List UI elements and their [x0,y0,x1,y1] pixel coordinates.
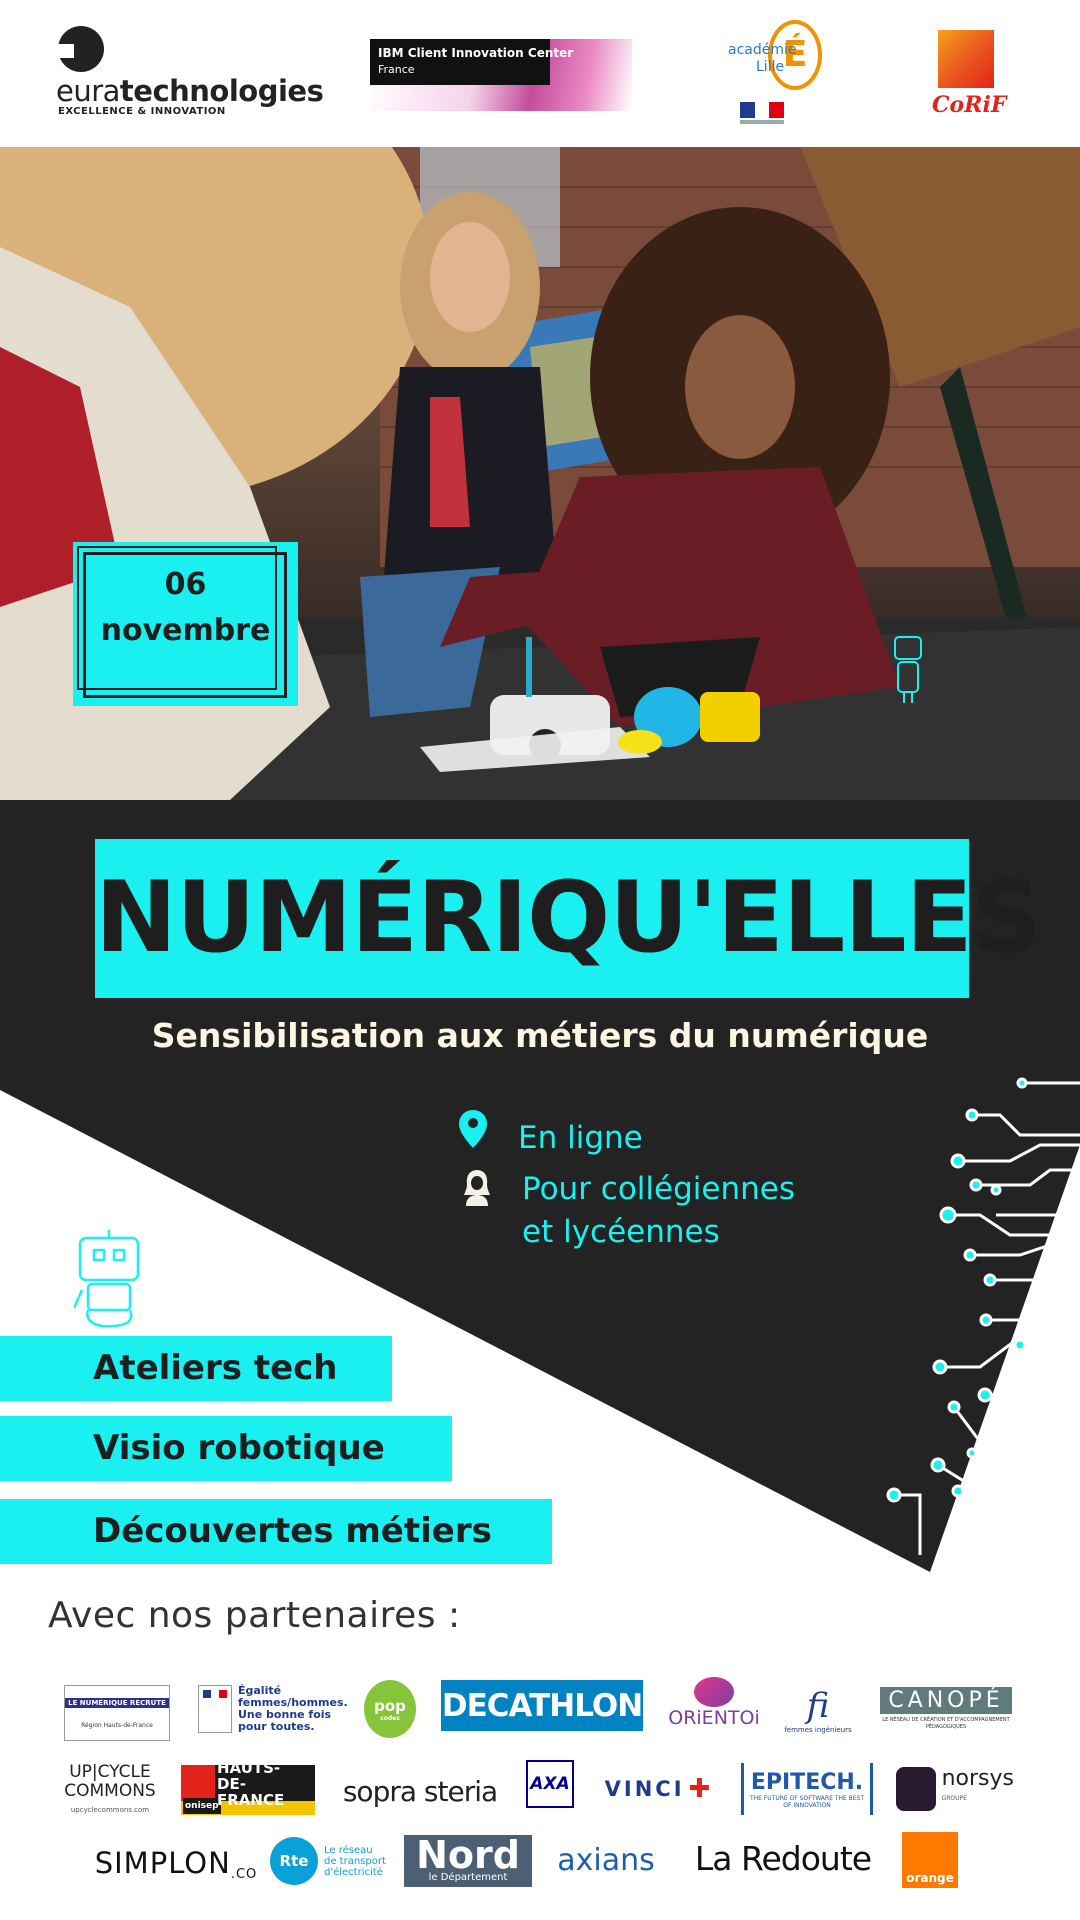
audience-line-2: et lycéennes [522,1214,720,1250]
partner-vinci: VINCI ✚ [604,1774,714,1804]
partner-decathlon: DECATHLON [441,1680,643,1731]
audience-text: Pour collégiennes et lycéennes [522,1168,795,1254]
partner-epitech: EPITECH. THE FUTURE OF SOFTWARE THE BEST… [741,1763,873,1815]
partner-rte: Rte Le réseau de transport d'électricité [270,1835,392,1887]
audience-line-1: Pour collégiennes [522,1171,795,1207]
eura-tagline: EXCELLENCE & INNOVATION [58,106,226,117]
event-title: NUMÉRIQU'ELLES [95,861,1042,975]
circuit-decoration [886,1077,1080,1565]
title-banner: NUMÉRIQU'ELLES [95,839,1042,998]
event-subtitle: Sensibilisation aux métiers du numérique [151,1016,929,1055]
date-day: 06 [164,567,207,602]
girl-icon [464,1170,490,1206]
location-text: En ligne [518,1120,643,1156]
partner-axians: axians [557,1842,655,1878]
corif-logo: CoRiF [932,30,1006,120]
euratechnologies-logo: euratechnologies EXCELLENCE & INNOVATION [56,26,324,117]
partner-nord: Nord le Département [404,1835,532,1887]
date-badge: 06 novembre [73,542,298,706]
partner-la-redoute: La Redoute [694,1838,872,1878]
eura-wordmark: euratechnologies [56,74,324,108]
corif-name: CoRiF [932,92,1007,118]
activity-visio-robotique: Visio robotique [0,1416,452,1481]
partner-numerique-recrute: LE NUMÉRIQUE RECRUTE Région Hauts-de-Fra… [64,1685,170,1741]
partner-simplon: SIMPLON .CO [94,1846,258,1882]
partner-hauts-de-france: onisep HAUTS-DE-FRANCE [181,1760,315,1815]
partner-orientoi: ORiENTOi [668,1670,760,1736]
activity-label: Visio robotique [93,1428,385,1468]
activity-ateliers-tech: Ateliers tech [0,1336,392,1401]
partner-femmes-ingenieurs: fi femmes ingénieurs [784,1686,852,1734]
activity-label: Ateliers tech [93,1348,338,1388]
date-month: novembre [100,613,271,648]
partner-egalite: Égalité femmes/hommes. Une bonne fois po… [198,1685,348,1737]
ibm-cic-logo: IBM Client Innovation Center France [370,39,632,111]
partner-orange: orange [902,1832,958,1888]
corif-mark-icon [938,30,994,88]
partner-norsys: norsys GROUPE [896,1762,1014,1816]
academie-lille-logo: É académie Lille [728,20,833,132]
robot-sketch-icon [74,1230,140,1328]
partner-canope: CANOPÉ LE RÉSEAU DE CRÉATION ET D'ACCOMP… [880,1687,1012,1730]
academie-name: académie Lille [728,42,797,75]
partner-sopra-steria: sopra steria [342,1774,498,1808]
eura-mark-icon [58,26,104,72]
french-flag-icon [740,102,784,118]
partner-pop: pop codes [364,1680,416,1738]
ibm-title: IBM Client Innovation Center [378,46,574,60]
location-pin-icon [459,1110,487,1148]
activity-label: Découvertes métiers [93,1511,492,1551]
partner-axa: AXA [526,1760,574,1808]
partners-title: Avec nos partenaires : [48,1595,461,1636]
ibm-subtitle: France [378,63,415,76]
activity-decouvertes-metiers: Découvertes métiers [0,1499,552,1564]
partner-upcycle-commons: UP|CYCLE COMMONS upcyclecommons.com [64,1761,156,1814]
